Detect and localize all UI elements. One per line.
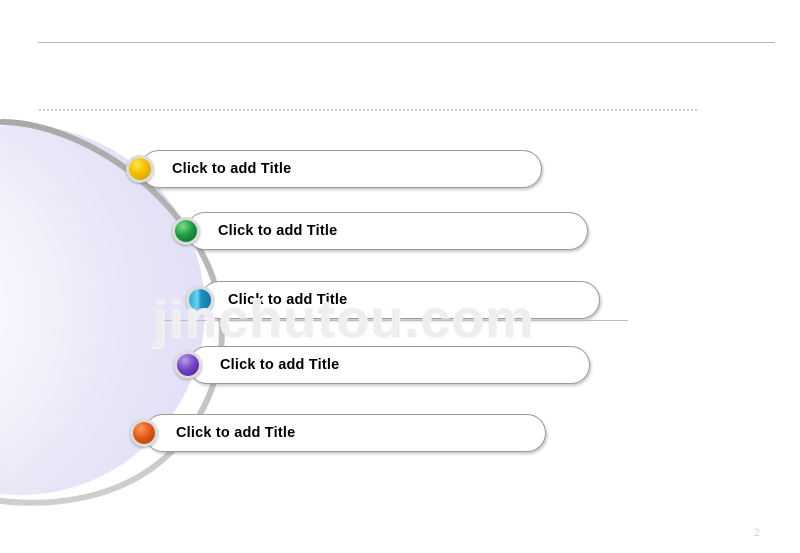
bullet-label-4: Click to add Title bbox=[220, 357, 340, 373]
blue-sphere-bullet-icon bbox=[186, 286, 214, 314]
slide-canvas: Click to add Title Click to add Title Cl… bbox=[0, 0, 800, 553]
gold-sphere-bullet-icon bbox=[126, 155, 154, 183]
bullet-row-1[interactable]: Click to add Title bbox=[126, 150, 542, 188]
bullet-row-5[interactable]: Click to add Title bbox=[130, 414, 546, 452]
bullet-label-5: Click to add Title bbox=[176, 425, 296, 441]
green-sphere-bullet-icon bbox=[172, 217, 200, 245]
orange-sphere-bullet-icon bbox=[130, 419, 158, 447]
bullet-label-2: Click to add Title bbox=[218, 223, 338, 239]
bullet-row-4[interactable]: Click to add Title bbox=[174, 346, 590, 384]
page-number: 2 bbox=[754, 527, 761, 539]
bullet-label-3: Click to add Title bbox=[228, 292, 348, 308]
bullet-row-3[interactable]: Click to add Title bbox=[186, 281, 600, 319]
bullet-label-1: Click to add Title bbox=[172, 161, 292, 177]
purple-sphere-bullet-icon bbox=[174, 351, 202, 379]
bullet-list: Click to add Title Click to add Title Cl… bbox=[0, 0, 800, 553]
bullet-row-2[interactable]: Click to add Title bbox=[172, 212, 588, 250]
